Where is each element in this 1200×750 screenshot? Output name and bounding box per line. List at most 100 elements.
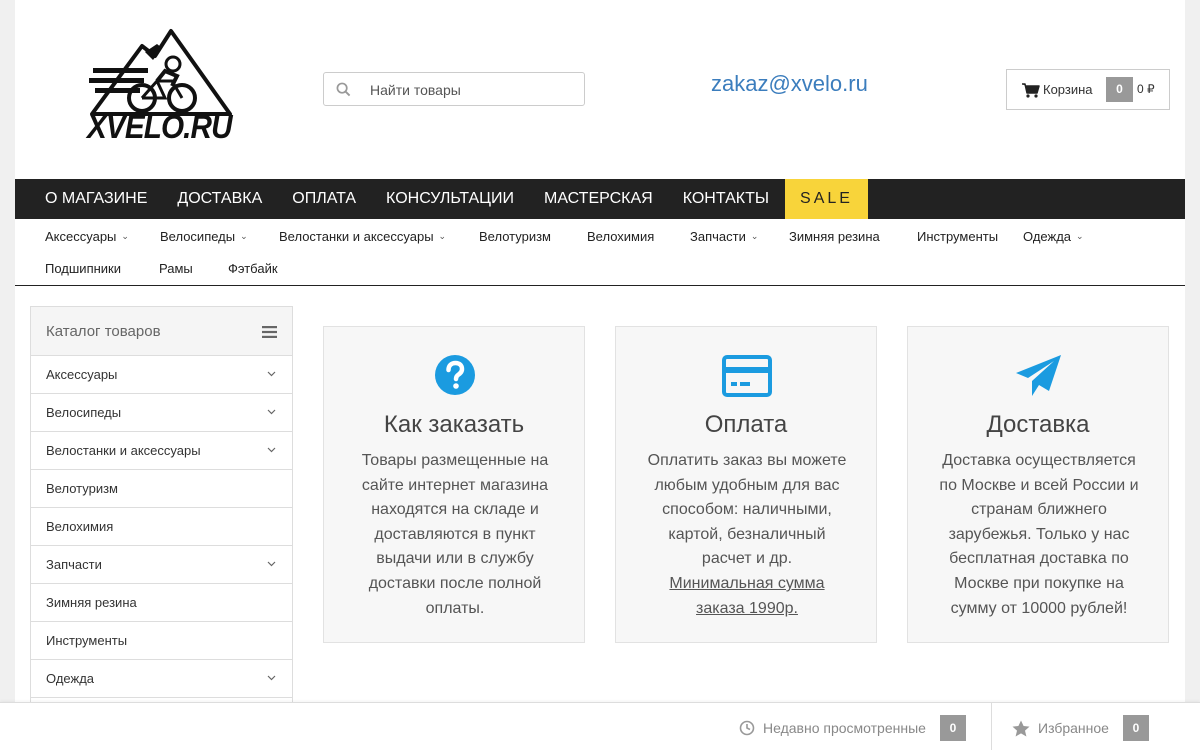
question-circle-icon	[435, 355, 475, 395]
min-order-link[interactable]: Минимальная сумма	[641, 572, 853, 597]
subnav-label: Велохимия	[587, 229, 655, 244]
info-card-payment: Оплата Оплатить заказ вы можете любым уд…	[615, 326, 877, 643]
card-text: Доставка осуществляется по Москве и всей…	[933, 449, 1145, 621]
catalog-item-parts[interactable]: Запчасти	[31, 546, 292, 584]
subnav-item-bikes[interactable]: Велосипеды ⌄	[160, 229, 279, 244]
card-text: Товары размещенные на сайте интернет маг…	[349, 449, 561, 621]
card-text-line: оплаты.	[425, 599, 485, 617]
catalog-item-winter-tires[interactable]: Зимняя резина	[31, 584, 292, 622]
logo-mountain-bike-icon	[89, 29, 232, 116]
chevron-down-icon: ⌄	[750, 231, 759, 241]
card-text-line: находятся на складе и	[371, 501, 539, 519]
recently-viewed-count: 0	[939, 715, 966, 741]
chevron-down-icon: ⌄	[1076, 231, 1084, 241]
subnav-label: Велостанки и аксессуары	[279, 229, 434, 244]
chevron-down-icon[interactable]	[267, 445, 276, 454]
catalog-item-tools[interactable]: Инструменты	[31, 622, 292, 660]
favorites-button[interactable]: Избранное 0	[1012, 715, 1149, 741]
catalog-item-label: Аксессуары	[46, 367, 118, 382]
catalog-item-trainers[interactable]: Велостанки и аксессуары	[31, 432, 292, 470]
chevron-down-icon[interactable]	[267, 369, 276, 378]
divider	[991, 703, 992, 750]
card-text-line: странам ближнего	[971, 501, 1107, 519]
card-title: Оплата	[704, 411, 788, 438]
catalog-item-bikes[interactable]: Велосипеды	[31, 394, 292, 432]
recently-viewed-button[interactable]: Недавно просмотренные 0	[739, 715, 966, 741]
catalog-title: Каталог товаров	[46, 323, 161, 340]
search-icon[interactable]	[336, 82, 351, 97]
chevron-down-icon: ⌄	[121, 231, 129, 241]
subnav-label: Велотуризм	[479, 229, 551, 244]
search-box[interactable]	[323, 72, 585, 106]
subnav-label: Запчасти	[690, 229, 746, 244]
category-nav: Аксессуары ⌄ Велосипеды ⌄ Велостанки и акс…	[15, 219, 1185, 286]
card-text-line: доставляются в пункт	[374, 525, 536, 543]
subnav-item-clothing[interactable]: Одежда ⌄	[1023, 229, 1113, 244]
chevron-down-icon[interactable]	[267, 559, 276, 568]
nav-about[interactable]: О МАГАЗИНЕ	[15, 179, 162, 219]
subnav-item-parts[interactable]: Запчасти ⌄	[690, 229, 789, 244]
nav-payment[interactable]: ОПЛАТА	[277, 179, 371, 219]
subnav-label: Инструменты	[917, 229, 999, 244]
catalog-item-label: Велосипеды	[46, 405, 122, 420]
catalog-item-accessories[interactable]: Аксессуары	[31, 356, 292, 394]
subnav-item-chemistry[interactable]: Велохимия	[587, 229, 690, 244]
catalog-item-label: Запчасти	[46, 557, 102, 572]
catalog-item-chemistry[interactable]: Велохимия	[31, 508, 292, 546]
card-text-line: Оплатить заказ вы можете	[647, 452, 847, 469]
catalog-item-touring[interactable]: Велотуризм	[31, 470, 292, 508]
nav-delivery[interactable]: ДОСТАВКА	[162, 179, 277, 219]
cart-label: Корзина	[1043, 82, 1093, 97]
nav-workshop[interactable]: МАСТЕРСКАЯ	[529, 179, 668, 219]
card-text-line: зарубежья. Только у нас	[948, 525, 1130, 543]
clock-icon	[739, 720, 755, 736]
subnav-item-tools[interactable]: Инструменты	[917, 229, 1023, 244]
card-text-line: Товары размещенные на	[361, 452, 549, 469]
chevron-down-icon: ⌄	[438, 231, 447, 241]
catalog-item-clothing[interactable]: Одежда	[31, 660, 292, 698]
nav-contacts[interactable]: КОНТАКТЫ	[668, 179, 784, 219]
catalog-item-label: Инструменты	[46, 633, 128, 648]
nav-consultations[interactable]: КОНСУЛЬТАЦИИ	[371, 179, 529, 219]
cart-button[interactable]: Корзина 0 0 ₽	[1006, 69, 1170, 110]
card-text: Оплатить заказ вы можете любым удобным д…	[641, 449, 853, 621]
subnav-item-touring[interactable]: Велотуризм	[479, 229, 587, 244]
card-text-line: расчет и др.	[701, 550, 793, 568]
cart-sum: 0 ₽	[1137, 82, 1155, 96]
subnav-item-winter-tires[interactable]: Зимняя резина	[789, 229, 917, 244]
favorites-label: Избранное	[1038, 720, 1109, 736]
nav-sale[interactable]: SALE	[785, 179, 868, 219]
star-icon	[1012, 720, 1030, 736]
subnav-item-trainers[interactable]: Велостанки и аксессуары ⌄	[279, 229, 479, 244]
subnav-item-fatbike[interactable]: Фэтбайк	[228, 261, 308, 276]
subnav-item-frames[interactable]: Рамы	[159, 261, 228, 276]
main-nav: О МАГАЗИНЕ ДОСТАВКА ОПЛАТА КОНСУЛЬТАЦИИ …	[15, 179, 1185, 219]
card-text-line: любым удобным для вас	[654, 476, 840, 494]
subnav-label: Рамы	[159, 261, 193, 276]
logo-text: XVELO.RU	[87, 108, 233, 145]
cart-count-badge: 0	[1106, 77, 1133, 102]
chevron-down-icon[interactable]	[267, 673, 276, 682]
site-logo[interactable]: XVELO.RU	[87, 26, 237, 151]
catalog-header[interactable]: Каталог товаров	[31, 307, 292, 356]
subnav-item-bearings[interactable]: Подшипники	[45, 261, 159, 276]
card-text-line: сумму от 10000 рублей!	[950, 599, 1128, 617]
subnav-item-accessories[interactable]: Аксессуары ⌄	[45, 229, 160, 244]
card-title: Как заказать	[383, 411, 525, 438]
catalog-item-label: Зимняя резина	[46, 595, 137, 610]
card-text-line: способом: наличными,	[662, 501, 832, 519]
credit-card-icon	[722, 355, 772, 397]
chevron-down-icon[interactable]	[267, 407, 276, 416]
catalog-item-label: Одежда	[46, 671, 95, 686]
subnav-label: Фэтбайк	[228, 261, 278, 276]
search-input[interactable]	[370, 79, 570, 101]
min-order-link[interactable]: заказа 1990р.	[641, 597, 853, 622]
subnav-label: Аксессуары	[45, 229, 117, 244]
chevron-down-icon: ⌄	[240, 231, 248, 241]
category-nav-row: Аксессуары ⌄ Велосипеды ⌄ Велостанки и акс…	[45, 229, 1113, 244]
card-text-line: по Москве и всей России и	[939, 476, 1139, 494]
contact-email-link[interactable]: zakaz@xvelo.ru	[711, 71, 868, 97]
info-card-how-to-order: Как заказать Товары размещенные на сайте…	[323, 326, 585, 643]
menu-icon[interactable]	[262, 326, 277, 338]
favorites-count: 0	[1122, 715, 1149, 741]
